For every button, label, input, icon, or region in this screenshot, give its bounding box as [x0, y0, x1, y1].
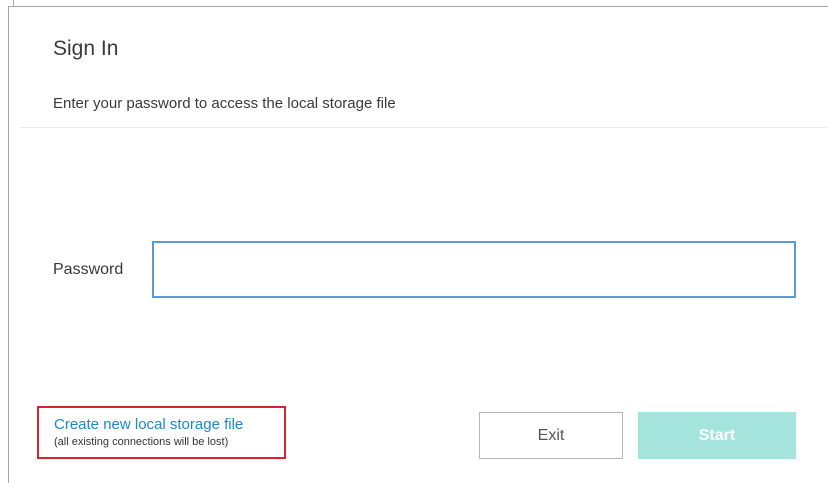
dialog-title: Sign In — [53, 37, 119, 60]
header-divider — [19, 127, 827, 128]
password-input[interactable] — [152, 241, 796, 298]
create-storage-highlight: Create new local storage file (all exist… — [37, 406, 286, 459]
sign-in-dialog: Sign In Enter your password to access th… — [8, 6, 828, 483]
create-storage-note: (all existing connections will be lost) — [54, 436, 229, 448]
create-storage-link[interactable]: Create new local storage file — [54, 416, 243, 433]
start-button[interactable]: Start — [638, 412, 796, 459]
password-label: Password — [53, 261, 124, 278]
exit-button[interactable]: Exit — [479, 412, 623, 459]
dialog-subtitle: Enter your password to access the local … — [53, 95, 396, 112]
